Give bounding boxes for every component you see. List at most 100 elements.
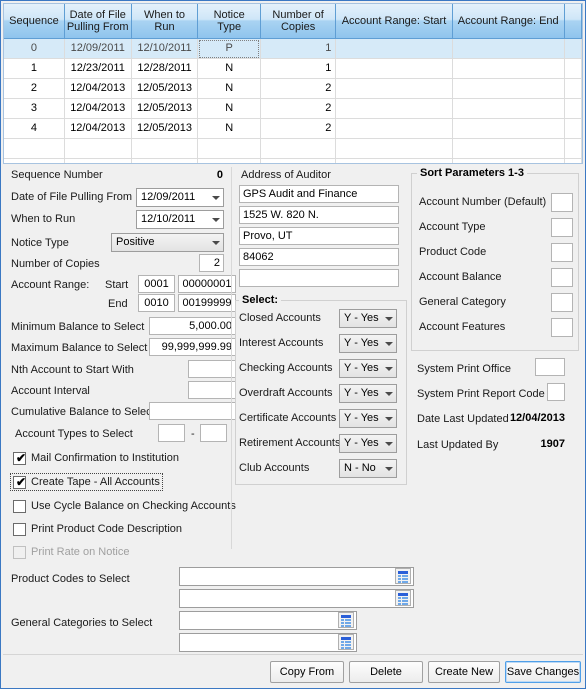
delete-button[interactable]: Delete — [349, 661, 423, 683]
table-lookup-icon[interactable] — [338, 634, 354, 650]
table-lookup-icon[interactable] — [395, 568, 411, 584]
cell-account-range-end[interactable] — [452, 118, 565, 139]
column-header-notice-type[interactable]: Notice Type — [197, 4, 261, 39]
cell-notice-type[interactable]: N — [197, 58, 261, 79]
sort-parameter-input-account-balance[interactable] — [551, 268, 573, 287]
select-dropdown-retirement-accounts[interactable]: Y - Yes — [339, 434, 397, 453]
cell-date-of-file-pulling-from[interactable]: 12/04/2013 — [64, 98, 132, 119]
sort-parameter-input-general-category[interactable] — [551, 293, 573, 312]
product-code-1-input[interactable] — [179, 567, 414, 586]
sort-parameter-input-account-features[interactable] — [551, 318, 573, 337]
checkbox-use-cycle-balance-on-checking-accounts[interactable] — [13, 500, 26, 513]
cell-when-to-run[interactable]: 12/05/2013 — [131, 98, 199, 119]
table-row[interactable]: 3 12/04/2013 12/05/2013 N 2 — [4, 98, 582, 119]
table-row-empty[interactable] — [4, 158, 582, 163]
date-of-file-pulling-from-dropdown[interactable]: 12/09/2011 — [136, 188, 224, 207]
column-header-when-to-run[interactable]: When to Run — [131, 4, 199, 39]
auditor-line-5-input[interactable] — [239, 269, 399, 287]
cell-account-range-start[interactable] — [335, 58, 453, 79]
account-range-start-account-input[interactable]: 00000001 — [178, 275, 236, 293]
cell-account-range-end[interactable] — [452, 78, 565, 99]
select-dropdown-club-accounts[interactable]: N - No — [339, 459, 397, 478]
cell-number-of-copies[interactable]: 2 — [260, 118, 337, 139]
cell-notice-type[interactable]: P — [197, 38, 261, 59]
cell-when-to-run[interactable]: 12/05/2013 — [131, 118, 199, 139]
copy-from-button[interactable]: Copy From — [270, 661, 344, 683]
cell-date-of-file-pulling-from[interactable]: 12/23/2011 — [64, 58, 132, 79]
select-dropdown-certificate-accounts[interactable]: Y - Yes — [339, 409, 397, 428]
table-row-empty[interactable] — [4, 138, 582, 159]
cell-account-range-start[interactable] — [335, 78, 453, 99]
save-changes-button[interactable]: Save Changes — [505, 661, 581, 683]
general-category-2-input[interactable] — [179, 633, 357, 652]
cell-date-of-file-pulling-from[interactable]: 12/04/2013 — [64, 78, 132, 99]
table-lookup-icon[interactable] — [395, 590, 411, 606]
select-dropdown-overdraft-accounts[interactable]: Y - Yes — [339, 384, 397, 403]
cell-date-of-file-pulling-from[interactable]: 12/09/2011 — [64, 38, 132, 59]
select-dropdown-checking-accounts[interactable]: Y - Yes — [339, 359, 397, 378]
system-print-office-input[interactable] — [535, 358, 565, 376]
sort-parameter-input-account-type[interactable] — [551, 218, 573, 237]
cell-account-range-end[interactable] — [452, 98, 565, 119]
cell-notice-type[interactable]: N — [197, 118, 261, 139]
cell-sequence[interactable]: 1 — [4, 58, 65, 79]
account-range-start-office-input[interactable]: 0001 — [138, 275, 175, 293]
cell-sequence[interactable]: 2 — [4, 78, 65, 99]
cumulative-balance-to-select-input[interactable] — [149, 402, 236, 420]
system-print-report-code-input[interactable] — [547, 383, 565, 401]
cell-account-range-start[interactable] — [335, 118, 453, 139]
general-category-1-input[interactable] — [179, 611, 357, 630]
cell-number-of-copies[interactable]: 1 — [260, 58, 337, 79]
notice-schedule-grid[interactable]: Sequence Date of File Pulling From When … — [3, 3, 583, 164]
create-new-button[interactable]: Create New — [428, 661, 500, 683]
cell-notice-type[interactable]: N — [197, 78, 261, 99]
sort-parameter-input-account-number-default[interactable] — [551, 193, 573, 212]
cell-number-of-copies[interactable]: 2 — [260, 98, 337, 119]
cell-sequence[interactable]: 4 — [4, 118, 65, 139]
table-lookup-icon[interactable] — [338, 612, 354, 628]
sort-parameter-input-product-code[interactable] — [551, 243, 573, 262]
cell-date-of-file-pulling-from[interactable]: 12/04/2013 — [64, 118, 132, 139]
when-to-run-dropdown[interactable]: 12/10/2011 — [136, 210, 224, 229]
table-row[interactable]: 4 12/04/2013 12/05/2013 N 2 — [4, 118, 582, 139]
cell-when-to-run[interactable]: 12/05/2013 — [131, 78, 199, 99]
maximum-balance-to-select-input[interactable]: 99,999,999.99 — [149, 338, 236, 356]
account-types-from-input[interactable] — [158, 424, 185, 442]
cell-account-range-start[interactable] — [335, 38, 453, 59]
column-header-date-of-file-pulling-from[interactable]: Date of File Pulling From — [64, 4, 132, 39]
cell-notice-type[interactable]: N — [197, 98, 261, 119]
account-range-end-office-input[interactable]: 0010 — [138, 294, 175, 312]
account-interval-input[interactable] — [188, 381, 236, 399]
column-header-number-of-copies[interactable]: Number of Copies — [260, 4, 337, 39]
table-row[interactable]: 0 12/09/2011 12/10/2011 P 1 — [4, 38, 582, 59]
cell-when-to-run[interactable]: 12/28/2011 — [131, 58, 199, 79]
cell-sequence[interactable]: 3 — [4, 98, 65, 119]
minimum-balance-to-select-input[interactable]: 5,000.00 — [149, 317, 236, 335]
column-header-account-range-end[interactable]: Account Range: End — [452, 4, 565, 39]
auditor-line-1-input[interactable]: GPS Audit and Finance — [239, 185, 399, 203]
column-header-sequence[interactable]: Sequence — [4, 4, 65, 39]
account-range-end-account-input[interactable]: 00199999 — [178, 294, 236, 312]
checkbox-print-product-code-description[interactable] — [13, 523, 26, 536]
cell-number-of-copies[interactable]: 1 — [260, 38, 337, 59]
cell-account-range-start[interactable] — [335, 98, 453, 119]
table-row[interactable]: 1 12/23/2011 12/28/2011 N 1 — [4, 58, 582, 79]
checkbox-mail-confirmation-to-institution[interactable]: ✔ — [13, 452, 26, 465]
auditor-line-4-input[interactable]: 84062 — [239, 248, 399, 266]
nth-account-to-start-with-input[interactable] — [188, 360, 236, 378]
cell-account-range-end[interactable] — [452, 38, 565, 59]
cell-number-of-copies[interactable]: 2 — [260, 78, 337, 99]
cell-sequence[interactable]: 0 — [4, 38, 65, 59]
auditor-line-3-input[interactable]: Provo, UT — [239, 227, 399, 245]
auditor-line-2-input[interactable]: 1525 W. 820 N. — [239, 206, 399, 224]
cell-when-to-run[interactable]: 12/10/2011 — [131, 38, 199, 59]
number-of-copies-input[interactable]: 2 — [199, 254, 224, 272]
select-dropdown-closed-accounts[interactable]: Y - Yes — [339, 309, 397, 328]
product-code-2-input[interactable] — [179, 589, 414, 608]
cell-account-range-end[interactable] — [452, 58, 565, 79]
table-row[interactable]: 2 12/04/2013 12/05/2013 N 2 — [4, 78, 582, 99]
account-types-to-input[interactable] — [200, 424, 227, 442]
notice-type-dropdown[interactable]: Positive — [111, 233, 224, 252]
column-header-account-range-start[interactable]: Account Range: Start — [335, 4, 453, 39]
select-dropdown-interest-accounts[interactable]: Y - Yes — [339, 334, 397, 353]
